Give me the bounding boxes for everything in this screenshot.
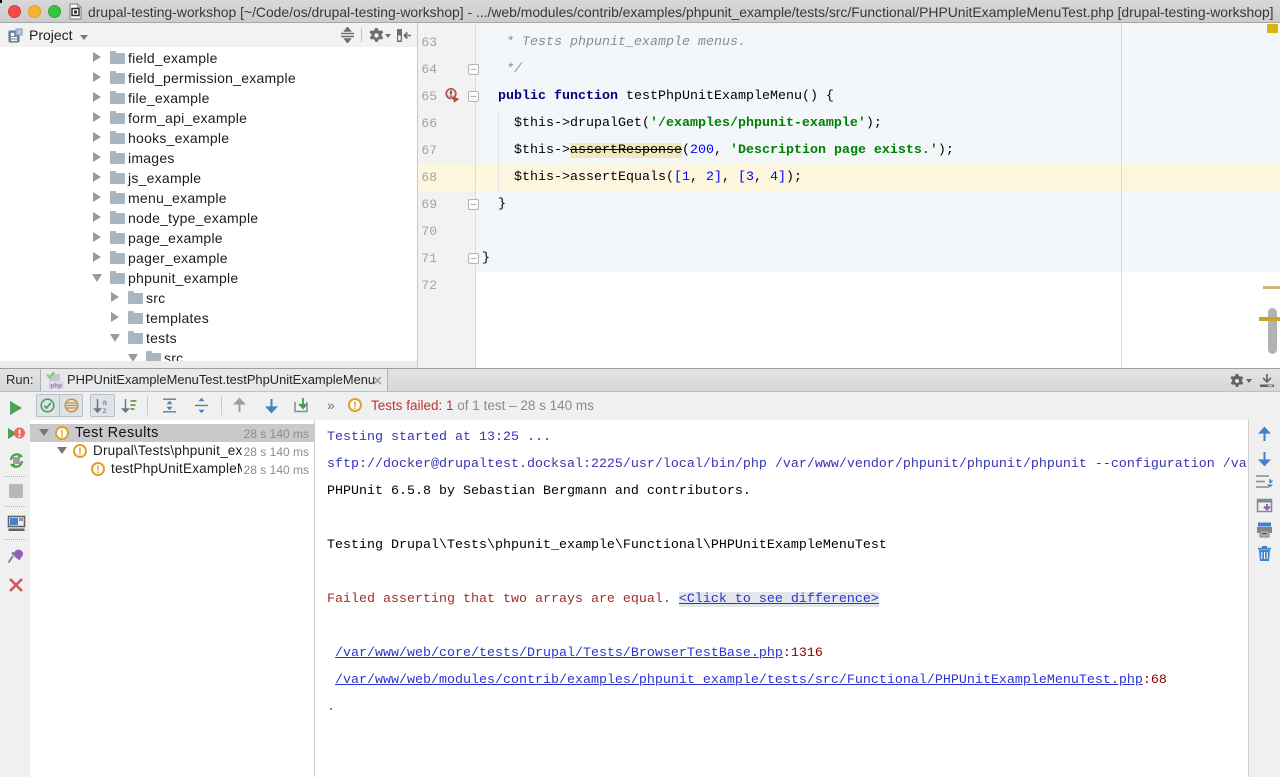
svg-text:z: z xyxy=(103,406,107,414)
svg-text:php: php xyxy=(50,383,62,390)
